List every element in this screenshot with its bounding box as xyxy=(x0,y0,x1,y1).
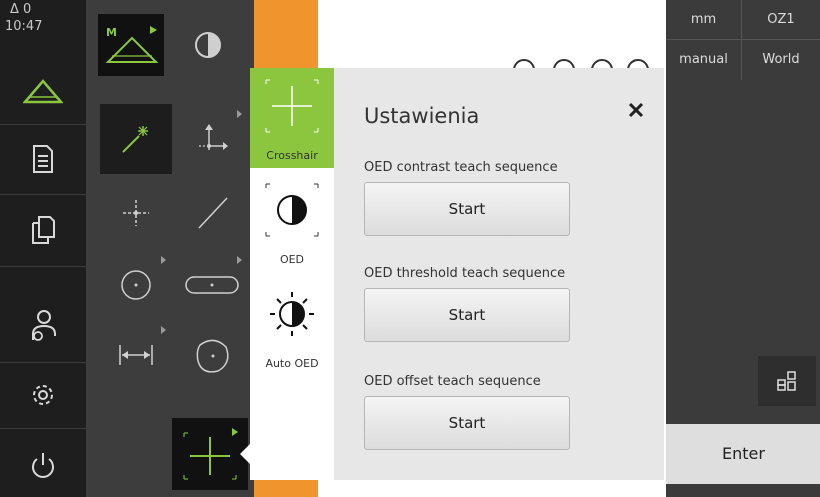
freeform-tool[interactable] xyxy=(176,320,248,390)
point-icon xyxy=(123,200,149,226)
unit-toggle[interactable]: mm xyxy=(666,0,742,40)
circle-icon xyxy=(121,270,151,300)
tab-auto-oed[interactable]: Auto OED xyxy=(250,276,334,376)
settings-popup-tabs: Crosshair OED Auto OED xyxy=(250,68,334,480)
line-tool[interactable] xyxy=(176,178,248,248)
tab-crosshair-label: Crosshair xyxy=(266,149,318,162)
oed-contrast-icon xyxy=(265,183,319,237)
close-icon xyxy=(628,102,644,118)
settings-popup: Ustawienia OED contrast teach sequence S… xyxy=(334,68,664,480)
contrast-icon xyxy=(195,32,221,58)
main-menu-rail: Δ 0 10:47 xyxy=(0,0,86,497)
enter-button[interactable]: Enter xyxy=(666,424,820,484)
freeform-contour-icon xyxy=(196,339,229,373)
axis-origin-icon xyxy=(199,124,228,150)
distance-tool[interactable] xyxy=(100,320,172,390)
popup-title: Ustawienia xyxy=(364,104,480,128)
point-tool[interactable] xyxy=(100,178,172,248)
status-delta: Δ 0 xyxy=(10,2,32,17)
threshold-sequence-label: OED threshold teach sequence xyxy=(364,266,566,281)
tab-auto-oed-label: Auto OED xyxy=(265,357,319,370)
user-gear-icon xyxy=(32,310,56,341)
offset-start-button[interactable]: Start xyxy=(364,396,570,450)
contrast-start-button[interactable]: Start xyxy=(364,182,570,236)
layout-grid-icon xyxy=(777,371,796,391)
contrast-mode-button[interactable] xyxy=(178,14,238,76)
tab-oed-label: OED xyxy=(279,253,305,266)
contrast-sequence-label: OED contrast teach sequence xyxy=(364,160,558,175)
offset-sequence-label: OED offset teach sequence xyxy=(364,374,541,389)
measure-icon xyxy=(23,79,63,104)
measure-mode-icon: M xyxy=(105,26,159,63)
file-management-button[interactable] xyxy=(0,200,86,260)
status-time: 10:47 xyxy=(5,19,43,34)
tab-oed[interactable]: OED xyxy=(250,172,334,272)
svg-text:M: M xyxy=(106,26,117,39)
slot-tool[interactable] xyxy=(176,250,248,320)
close-button[interactable] xyxy=(622,96,650,124)
circle-tool[interactable] xyxy=(100,250,172,320)
crosshair-tab-icon xyxy=(265,79,319,133)
reference-selector[interactable]: OZ1 xyxy=(742,0,820,40)
coordinate-system-selector[interactable]: World xyxy=(742,40,820,80)
popup-pointer xyxy=(240,444,250,464)
auto-oed-icon xyxy=(270,292,314,336)
measure-mode-button[interactable]: M xyxy=(98,14,164,76)
threshold-start-button[interactable]: Start xyxy=(364,288,570,342)
copy-files-icon xyxy=(32,216,55,244)
user-settings-button[interactable] xyxy=(0,292,86,358)
layout-button[interactable] xyxy=(758,356,816,406)
gear-icon xyxy=(33,385,53,405)
distance-icon xyxy=(119,345,153,365)
power-icon xyxy=(32,453,54,478)
slot-icon xyxy=(185,276,239,294)
right-panel: mm OZ1 manual World Enter xyxy=(666,0,820,497)
line-icon xyxy=(198,197,228,229)
reference-point-tool[interactable] xyxy=(176,104,248,174)
tool-palette: M xyxy=(86,0,254,497)
magic-wand-icon xyxy=(122,126,148,153)
settings-button[interactable] xyxy=(0,366,86,424)
auto-detect-tool[interactable] xyxy=(100,104,172,174)
document-icon xyxy=(33,145,53,173)
measure-menu-button[interactable] xyxy=(0,62,86,120)
power-button[interactable] xyxy=(0,436,86,494)
crosshair-tool-button[interactable] xyxy=(172,418,248,490)
mode-toggle[interactable]: manual xyxy=(666,40,742,80)
protocol-menu-button[interactable] xyxy=(0,130,86,188)
tab-crosshair[interactable]: Crosshair xyxy=(250,68,334,168)
crosshair-icon xyxy=(183,428,238,480)
